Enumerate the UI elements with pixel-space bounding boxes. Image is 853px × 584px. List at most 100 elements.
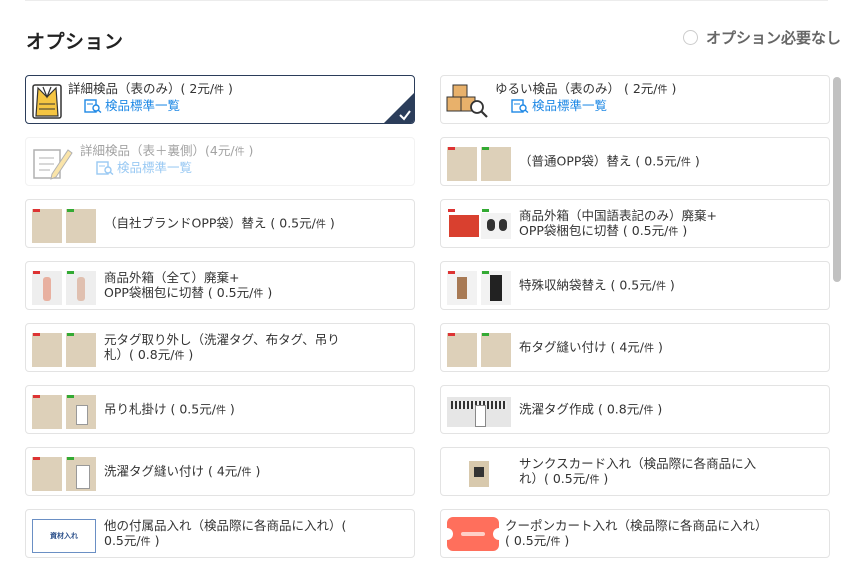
- unit: 件: [643, 405, 654, 416]
- option-text: 元タグ取り外し（洗濯タグ、布タグ、吊り 札）( 0.8元/件 ): [104, 332, 406, 364]
- make-wash-tag-photo: [447, 395, 511, 429]
- option-text: 特殊収納袋替え ( 0.5元/件 ): [519, 277, 821, 294]
- option-name: 洗濯タグ縫い付け: [104, 463, 205, 478]
- option-detailed-inspection-front[interactable]: 詳細検品（表のみ）( 2元/件 ) 検品標準一覧: [25, 75, 415, 124]
- document-search-icon: [511, 98, 529, 113]
- jacket-checklist-icon: [32, 84, 62, 119]
- price-close: ): [225, 401, 235, 416]
- unit: 件: [315, 219, 326, 230]
- unit: 件: [680, 157, 691, 168]
- unit: 件: [550, 536, 561, 548]
- unit: 件: [668, 226, 679, 238]
- special-bag-photo: [447, 271, 511, 305]
- option-name: ゆるい検品（表のみ）: [495, 81, 621, 96]
- option-price: ( 0.5元/: [505, 532, 551, 548]
- option-price: ( 0.5元/: [631, 153, 681, 168]
- option-name: 洗濯タグ作成: [519, 401, 595, 416]
- option-text: ゆるい検品（表のみ） ( 2元/件 ) 検品標準一覧: [495, 81, 821, 113]
- price-close: ): [251, 463, 261, 478]
- option-text: 洗濯タグ作成 ( 0.8元/件 ): [519, 401, 821, 418]
- price-close: ): [654, 339, 663, 354]
- option-price: ( 4元/: [606, 339, 645, 354]
- option-normal-opp[interactable]: （普通OPP袋）替え ( 0.5元/件 ): [440, 137, 830, 186]
- no-option-radio[interactable]: オプション必要なし: [682, 27, 841, 48]
- option-text: 吊り札掛け ( 0.5元/件 ): [104, 401, 406, 418]
- unit: 件: [655, 281, 666, 292]
- option-price: れ）( 0.5元/: [519, 470, 590, 486]
- option-price: ( 2元/: [620, 81, 658, 96]
- option-text: クーポンカート入れ（検品際に各商品に入れ） ( 0.5元/件 ): [505, 518, 821, 550]
- option-name: 元タグ取り外し（洗濯タグ、布タグ、吊り: [104, 331, 340, 347]
- unit: 件: [214, 85, 225, 96]
- section-title: オプション: [26, 31, 124, 53]
- option-name: クーポンカート入れ（検品際に各商品に入れ）: [505, 517, 768, 533]
- radio-circle[interactable]: [682, 30, 698, 45]
- option-thanks-card[interactable]: サンクスカード入れ（検品際に各商品に入 れ）( 0.5元/件 ): [440, 447, 830, 496]
- coupon-card-icon: [441, 517, 505, 551]
- option-name: 商品外箱（全て）廃棄+: [104, 269, 240, 285]
- price-close: ): [244, 143, 254, 158]
- chinese-box-photo: [447, 209, 511, 243]
- price-close: ): [184, 346, 194, 362]
- option-text: 布タグ縫い付け ( 4元/件 ): [519, 339, 821, 356]
- price-close: ): [224, 81, 233, 96]
- option-box-disposal-all[interactable]: 商品外箱（全て）廃棄+ OPP袋梱包に切替 ( 0.5元/件 ): [25, 261, 415, 310]
- opp-bag-photo: [32, 209, 96, 243]
- link-label: 検品標準一覧: [105, 98, 181, 113]
- option-name: 詳細検品（表のみ）: [68, 81, 181, 96]
- option-detailed-inspection-both[interactable]: 詳細検品（表＋裏側）(4元/件 ) 検品標準一覧: [25, 137, 415, 186]
- option-price: ( 0.5元/: [266, 215, 316, 230]
- option-name: 商品外箱（中国語表記のみ）廃棄+: [519, 207, 717, 223]
- option-price: ( 4元/: [204, 463, 242, 478]
- option-price: OPP袋梱包に切替 ( 0.5元/: [104, 284, 254, 300]
- option-other-accessories[interactable]: 資材入れ 他の付属品入れ（検品際に各商品に入れ）( 0.5元/件 ): [25, 509, 415, 558]
- option-name: 吊り札掛け: [104, 401, 167, 416]
- option-remove-tags[interactable]: 元タグ取り外し（洗濯タグ、布タグ、吊り 札）( 0.8元/件 ): [25, 323, 415, 372]
- unit: 件: [589, 474, 600, 486]
- inspection-standard-link[interactable]: 検品標準一覧: [96, 160, 406, 175]
- link-label: 検品標準一覧: [117, 160, 193, 175]
- inspection-standard-link[interactable]: 検品標準一覧: [84, 98, 406, 113]
- document-search-icon: [84, 98, 102, 113]
- option-hang-tag[interactable]: 吊り札掛け ( 0.5元/件 ): [25, 385, 415, 434]
- option-text: サンクスカード入れ（検品際に各商品に入 れ）( 0.5元/件 ): [519, 456, 821, 488]
- unit: 件: [174, 350, 185, 362]
- option-fabric-tag[interactable]: 布タグ縫い付け ( 4元/件 ): [440, 323, 830, 372]
- option-special-bag[interactable]: 特殊収納袋替え ( 0.5元/件 ): [440, 261, 830, 310]
- option-text: 商品外箱（中国語表記のみ）廃棄+ OPP袋梱包に切替 ( 0.5元/件 ): [519, 208, 821, 240]
- price-close: ): [599, 470, 609, 486]
- option-own-brand-opp[interactable]: （自社ブランドOPP袋）替え ( 0.5元/件 ): [25, 199, 415, 248]
- price-close: ): [325, 215, 335, 230]
- option-coupon-card[interactable]: クーポンカート入れ（検品際に各商品に入れ） ( 0.5元/件 ): [440, 509, 830, 558]
- price-close: ): [667, 81, 677, 96]
- price-close: ): [665, 277, 675, 292]
- thanks-card-photo: [447, 457, 511, 491]
- option-text: 洗濯タグ縫い付け ( 4元/件 ): [104, 463, 406, 480]
- price-close: ): [653, 401, 663, 416]
- boxes-magnifier-icon: [446, 84, 488, 118]
- option-price: ( 2元/: [180, 81, 215, 96]
- option-make-wash-tag[interactable]: 洗濯タグ作成 ( 0.8元/件 ): [440, 385, 830, 434]
- option-text: 詳細検品（表＋裏側）(4元/件 ) 検品標準一覧: [80, 143, 406, 175]
- scrollbar-thumb[interactable]: [833, 77, 841, 282]
- option-price: (4元/: [205, 143, 235, 158]
- option-loose-inspection-front[interactable]: ゆるい検品（表のみ） ( 2元/件 ) 検品標準一覧: [440, 75, 830, 124]
- unit: 件: [234, 147, 245, 158]
- selected-check-icon: [384, 93, 414, 123]
- unit: 件: [241, 467, 252, 478]
- option-sew-wash-tag[interactable]: 洗濯タグ縫い付け ( 4元/件 ): [25, 447, 415, 496]
- fabric-tag-photo: [447, 333, 511, 367]
- document-search-icon: [96, 160, 114, 175]
- option-name: 他の付属品入れ（検品際に各商品に入れ）(: [104, 517, 347, 533]
- option-price: ( 0.5元/: [606, 277, 656, 292]
- option-name: サンクスカード入れ（検品際に各商品に入: [519, 455, 757, 471]
- option-price: 札）( 0.8元/: [104, 346, 175, 362]
- link-label: 検品標準一覧: [532, 98, 608, 113]
- option-name: 特殊収納袋替え: [519, 277, 607, 292]
- inspection-standard-link[interactable]: 検品標準一覧: [511, 98, 821, 113]
- no-option-label: オプション必要なし: [705, 29, 841, 47]
- price-close: ): [690, 153, 700, 168]
- option-name: （自社ブランドOPP袋）替え: [104, 215, 267, 230]
- option-box-disposal-chinese[interactable]: 商品外箱（中国語表記のみ）廃棄+ OPP袋梱包に切替 ( 0.5元/件 ): [440, 199, 830, 248]
- price-close: ): [678, 222, 688, 238]
